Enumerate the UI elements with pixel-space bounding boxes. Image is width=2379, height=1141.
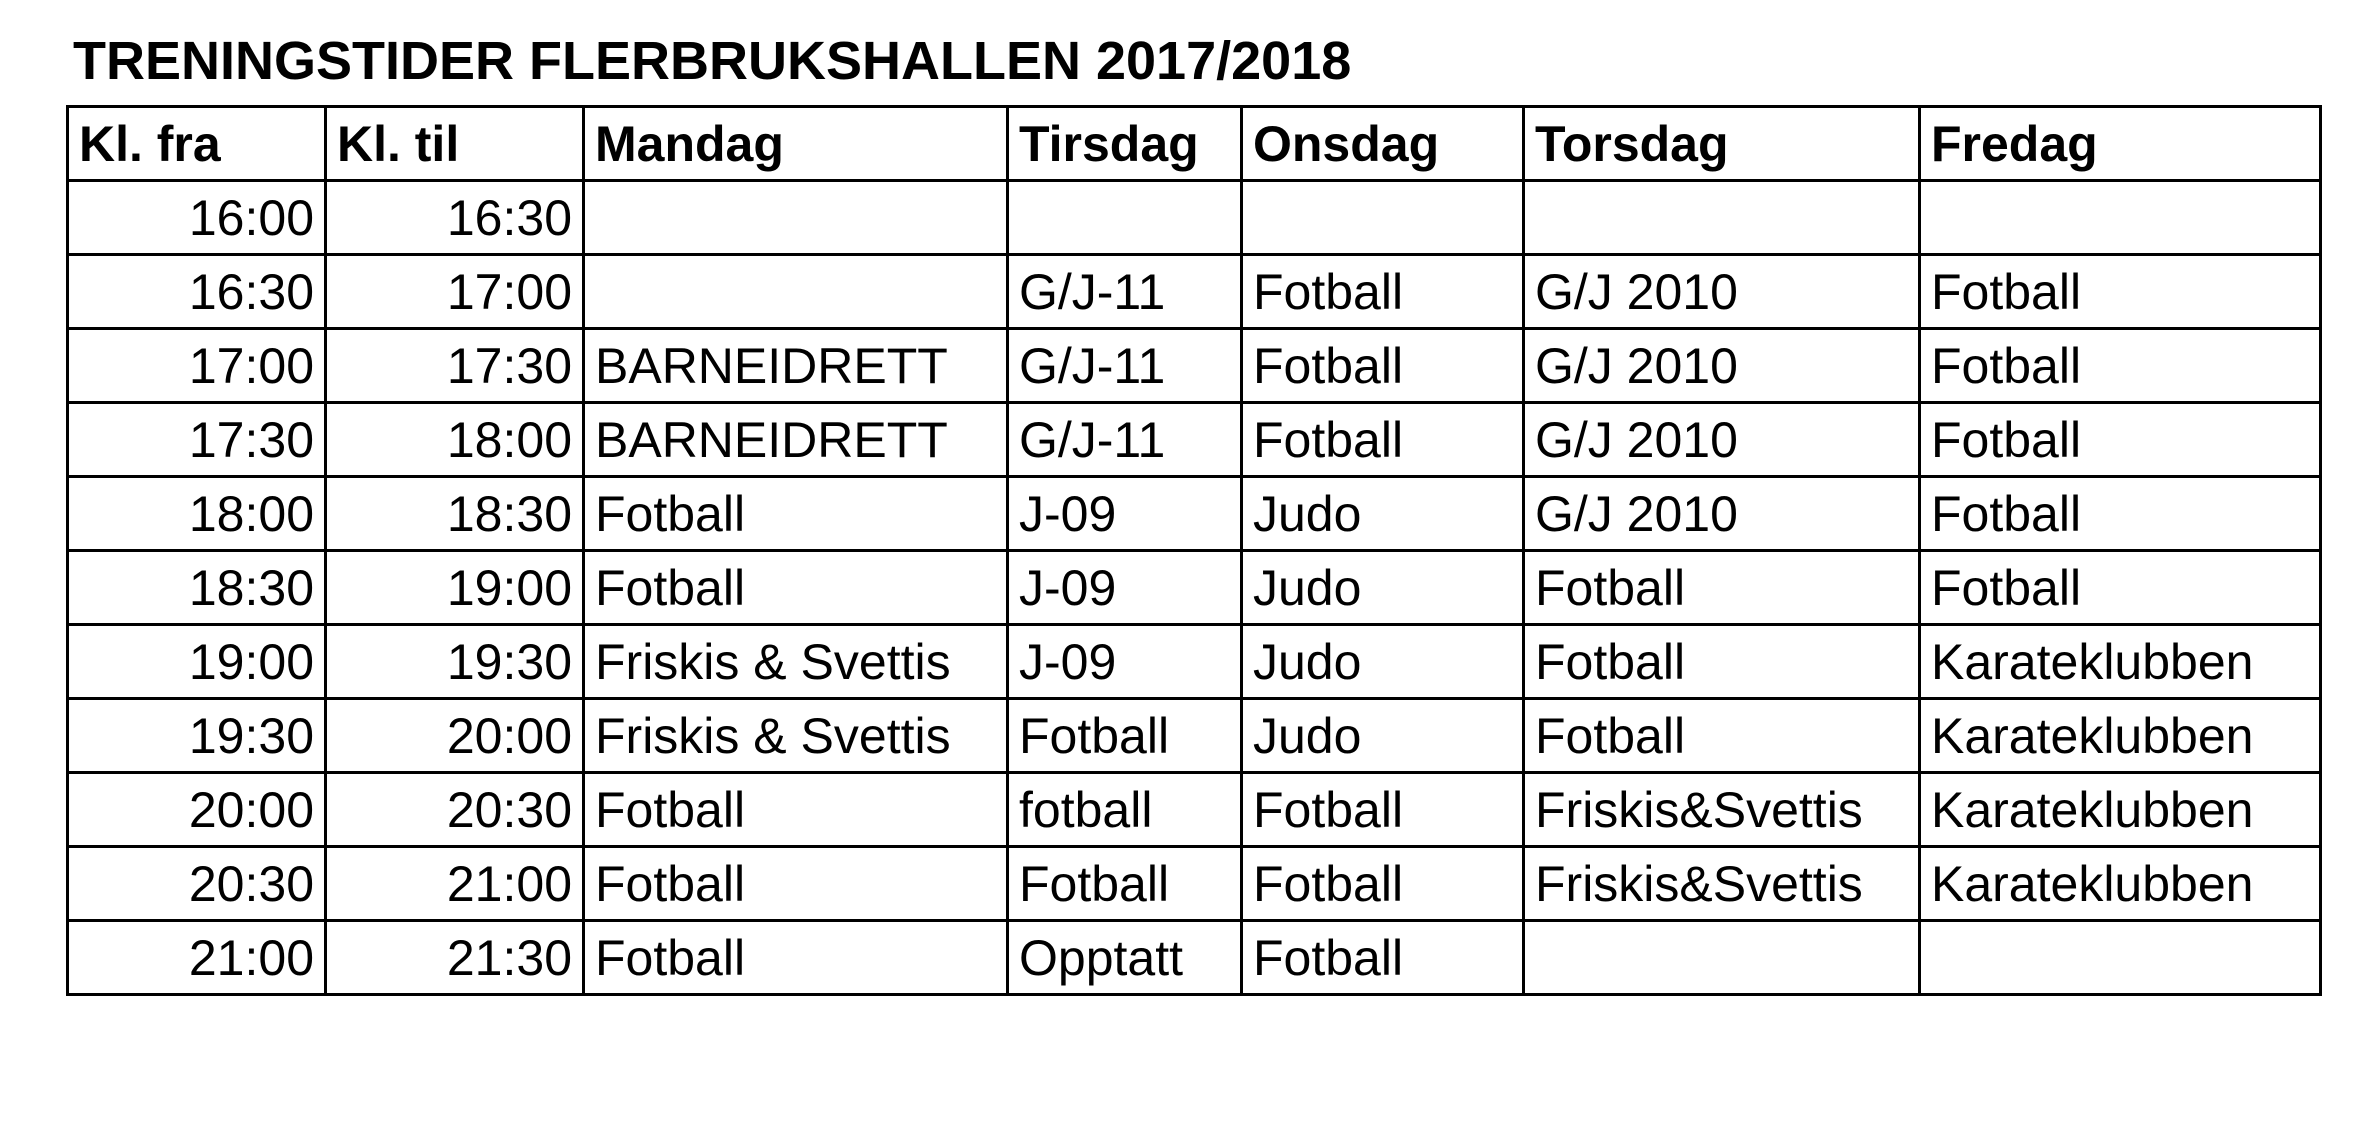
cell-friday: Karateklubben [1918, 845, 2322, 922]
cell-tuesday: J-09 [1006, 623, 1243, 700]
table-row: 18:30 19:00 Fotball J-09 Judo Fotball Fo… [66, 549, 2322, 626]
cell-time-to: 19:30 [324, 623, 585, 700]
header-time-to: Kl. til [324, 105, 585, 182]
cell-time-from: 21:00 [66, 919, 327, 996]
cell-tuesday: fotball [1006, 771, 1243, 848]
cell-thursday [1522, 179, 1921, 256]
table-row: 21:00 21:30 Fotball Opptatt Fotball [66, 919, 2322, 996]
cell-tuesday: G/J-11 [1006, 253, 1243, 330]
cell-wednesday: Fotball [1240, 845, 1525, 922]
cell-thursday: G/J 2010 [1522, 401, 1921, 478]
table-row: 20:30 21:00 Fotball Fotball Fotball Fris… [66, 845, 2322, 922]
cell-thursday: Friskis&Svettis [1522, 845, 1921, 922]
table-row: 20:00 20:30 Fotball fotball Fotball Fris… [66, 771, 2322, 848]
table-row: 16:30 17:00 G/J-11 Fotball G/J 2010 Fotb… [66, 253, 2322, 330]
header-tuesday: Tirsdag [1006, 105, 1243, 182]
cell-monday: Fotball [582, 771, 1009, 848]
cell-tuesday: G/J-11 [1006, 401, 1243, 478]
cell-time-from: 18:00 [66, 475, 327, 552]
cell-monday: BARNEIDRETT [582, 327, 1009, 404]
cell-wednesday: Fotball [1240, 919, 1525, 996]
table-row: 17:00 17:30 BARNEIDRETT G/J-11 Fotball G… [66, 327, 2322, 404]
cell-monday: Friskis & Svettis [582, 697, 1009, 774]
cell-time-from: 17:00 [66, 327, 327, 404]
cell-friday [1918, 919, 2322, 996]
cell-friday: Karateklubben [1918, 697, 2322, 774]
cell-wednesday: Judo [1240, 549, 1525, 626]
cell-thursday: Fotball [1522, 549, 1921, 626]
cell-monday [582, 179, 1009, 256]
cell-friday: Fotball [1918, 253, 2322, 330]
header-monday: Mandag [582, 105, 1009, 182]
cell-friday: Fotball [1918, 327, 2322, 404]
cell-friday: Fotball [1918, 549, 2322, 626]
cell-thursday: Friskis&Svettis [1522, 771, 1921, 848]
cell-tuesday: J-09 [1006, 475, 1243, 552]
cell-wednesday: Fotball [1240, 327, 1525, 404]
cell-time-to: 20:30 [324, 771, 585, 848]
cell-time-from: 19:30 [66, 697, 327, 774]
cell-tuesday: J-09 [1006, 549, 1243, 626]
cell-time-from: 16:00 [66, 179, 327, 256]
cell-wednesday: Judo [1240, 623, 1525, 700]
cell-friday: Fotball [1918, 475, 2322, 552]
cell-monday: Friskis & Svettis [582, 623, 1009, 700]
cell-time-to: 17:00 [324, 253, 585, 330]
cell-thursday: G/J 2010 [1522, 253, 1921, 330]
cell-wednesday: Judo [1240, 697, 1525, 774]
cell-time-from: 16:30 [66, 253, 327, 330]
cell-time-from: 20:00 [66, 771, 327, 848]
cell-thursday: G/J 2010 [1522, 327, 1921, 404]
cell-time-to: 20:00 [324, 697, 585, 774]
header-friday: Fredag [1918, 105, 2322, 182]
cell-friday: Karateklubben [1918, 623, 2322, 700]
cell-time-from: 20:30 [66, 845, 327, 922]
cell-tuesday: G/J-11 [1006, 327, 1243, 404]
cell-monday: Fotball [582, 919, 1009, 996]
table-row: 19:00 19:30 Friskis & Svettis J-09 Judo … [66, 623, 2322, 700]
cell-thursday: Fotball [1522, 623, 1921, 700]
cell-time-to: 16:30 [324, 179, 585, 256]
cell-friday: Fotball [1918, 401, 2322, 478]
cell-thursday: G/J 2010 [1522, 475, 1921, 552]
page-title: TRENINGSTIDER FLERBRUKSHALLEN 2017/2018 [73, 31, 1352, 91]
cell-wednesday: Fotball [1240, 401, 1525, 478]
cell-time-from: 19:00 [66, 623, 327, 700]
cell-monday: Fotball [582, 549, 1009, 626]
header-time-from: Kl. fra [66, 105, 327, 182]
header-wednesday: Onsdag [1240, 105, 1525, 182]
table-row: 17:30 18:00 BARNEIDRETT G/J-11 Fotball G… [66, 401, 2322, 478]
cell-monday: BARNEIDRETT [582, 401, 1009, 478]
cell-time-to: 17:30 [324, 327, 585, 404]
cell-tuesday [1006, 179, 1243, 256]
header-row: Kl. fra Kl. til Mandag Tirsdag Onsdag To… [66, 105, 2322, 182]
cell-time-to: 21:30 [324, 919, 585, 996]
cell-wednesday: Fotball [1240, 771, 1525, 848]
cell-monday: Fotball [582, 845, 1009, 922]
cell-monday [582, 253, 1009, 330]
cell-wednesday: Judo [1240, 475, 1525, 552]
cell-time-to: 18:30 [324, 475, 585, 552]
cell-time-from: 17:30 [66, 401, 327, 478]
cell-thursday: Fotball [1522, 697, 1921, 774]
cell-time-from: 18:30 [66, 549, 327, 626]
cell-tuesday: Fotball [1006, 845, 1243, 922]
cell-tuesday: Fotball [1006, 697, 1243, 774]
schedule-table: Kl. fra Kl. til Mandag Tirsdag Onsdag To… [66, 105, 2322, 996]
cell-tuesday: Opptatt [1006, 919, 1243, 996]
cell-time-to: 18:00 [324, 401, 585, 478]
cell-wednesday [1240, 179, 1525, 256]
table-row: 19:30 20:00 Friskis & Svettis Fotball Ju… [66, 697, 2322, 774]
cell-friday: Karateklubben [1918, 771, 2322, 848]
cell-monday: Fotball [582, 475, 1009, 552]
cell-thursday [1522, 919, 1921, 996]
cell-friday [1918, 179, 2322, 256]
cell-time-to: 21:00 [324, 845, 585, 922]
cell-wednesday: Fotball [1240, 253, 1525, 330]
cell-time-to: 19:00 [324, 549, 585, 626]
table-row: 18:00 18:30 Fotball J-09 Judo G/J 2010 F… [66, 475, 2322, 552]
table-row: 16:00 16:30 [66, 179, 2322, 256]
header-thursday: Torsdag [1522, 105, 1921, 182]
